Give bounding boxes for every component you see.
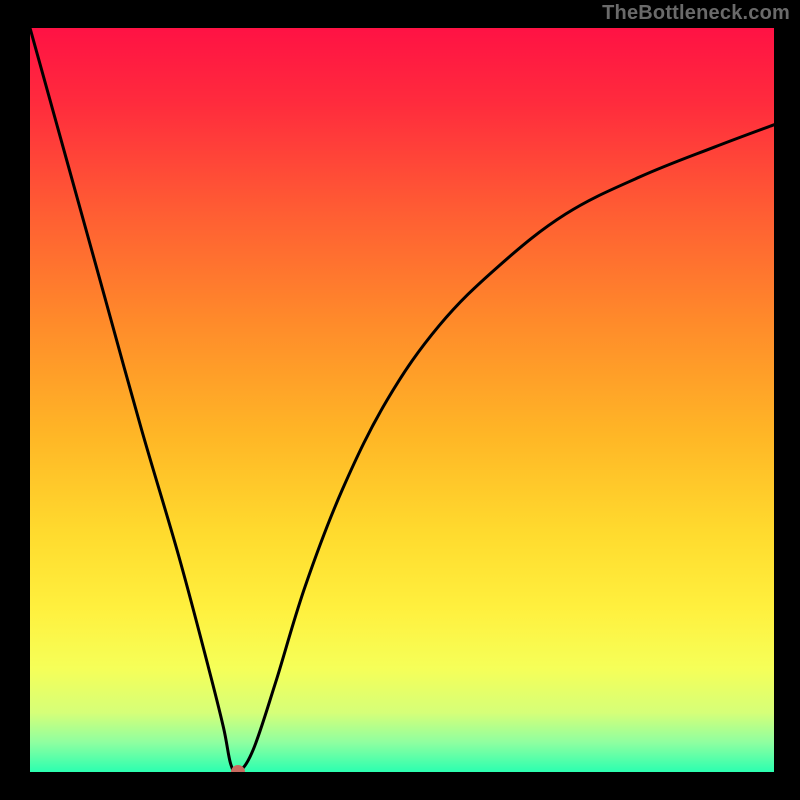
bottleneck-curve	[30, 28, 774, 772]
watermark-text: TheBottleneck.com	[602, 2, 790, 25]
plot-area	[30, 28, 774, 772]
curve-path	[30, 28, 774, 772]
chart-frame: TheBottleneck.com	[0, 0, 800, 800]
minimum-marker	[231, 765, 245, 772]
